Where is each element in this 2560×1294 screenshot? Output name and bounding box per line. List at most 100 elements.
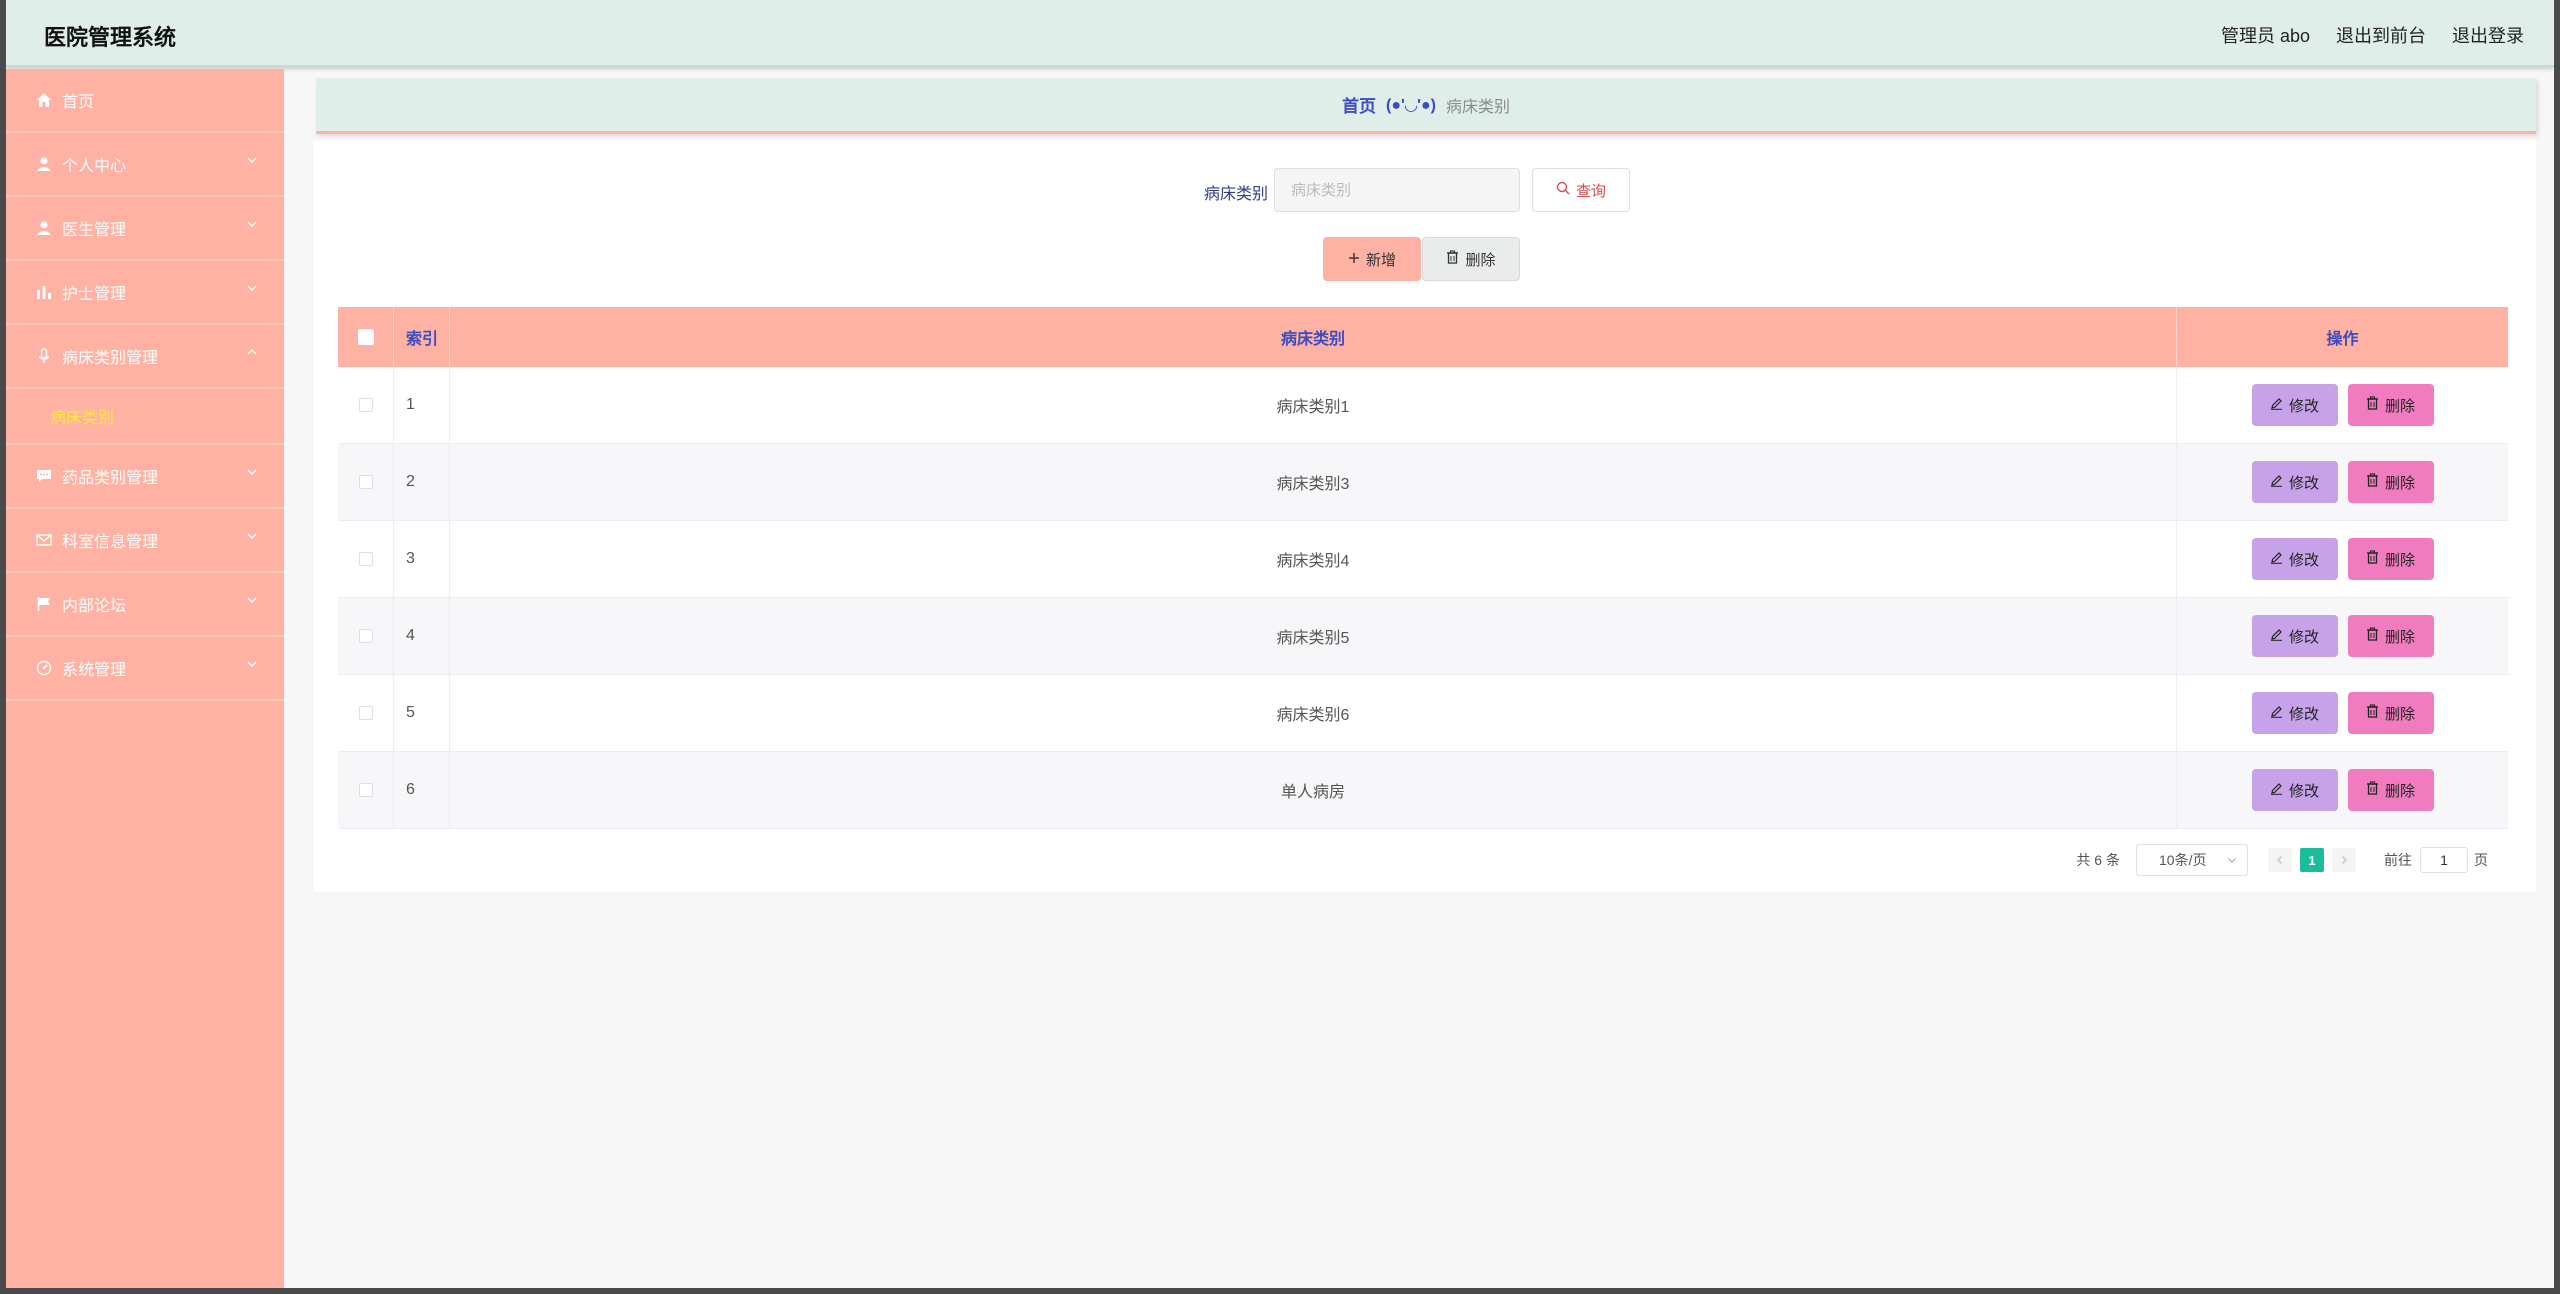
breadcrumb-home[interactable]: 首页 [1342, 92, 1376, 117]
chat-icon [34, 466, 54, 486]
header-checkbox-cell [338, 307, 394, 367]
sidebar-item-label: 内部论坛 [62, 598, 127, 615]
goto-page-input[interactable] [2420, 847, 2468, 873]
sidebar-item-bed-category[interactable]: 病床类别管理 [6, 325, 284, 389]
sidebar-item-label: 病床类别管理 [62, 350, 159, 367]
edit-button[interactable]: 修改 [2251, 538, 2338, 580]
chevron-down-icon [246, 153, 258, 169]
page-number-active[interactable]: 1 [2300, 848, 2324, 872]
microphone-icon [34, 346, 54, 366]
delete-button[interactable]: 删除 [2347, 692, 2434, 734]
row-checkbox[interactable] [358, 398, 373, 412]
delete-label: 删除 [2384, 397, 2415, 415]
gauge-icon [34, 658, 54, 678]
sidebar-item-system[interactable]: 系统管理 [6, 637, 284, 701]
row-checkbox-cell [338, 598, 394, 674]
search-input[interactable] [1274, 168, 1520, 212]
bar-chart-icon [34, 282, 54, 302]
trash-icon [2366, 704, 2379, 722]
sidebar-item-profile[interactable]: 个人中心 [6, 133, 284, 197]
front-link[interactable]: 退出到前台 [2336, 22, 2426, 48]
table-row: 3 病床类别4 修改 删除 [338, 521, 2508, 598]
search-row: 病床类别 查询 [314, 168, 2536, 212]
edit-icon [2270, 628, 2283, 645]
sidebar-item-medicine-category[interactable]: 药品类别管理 [6, 445, 284, 509]
row-index: 6 [394, 752, 450, 828]
sidebar-subitem-bed-category[interactable]: 病床类别 [6, 389, 284, 445]
logout-link[interactable]: 退出登录 [2452, 22, 2524, 48]
app-window: 医院管理系统 管理员 abo 退出到前台 退出登录 首页 个人中心 医生管理 护… [6, 0, 2554, 1288]
sidebar: 首页 个人中心 医生管理 护士管理 病床类别管理 病床类别 药品类别管理 科室信… [6, 69, 284, 1288]
edit-button[interactable]: 修改 [2251, 461, 2338, 503]
add-button[interactable]: 新增 [1323, 237, 1421, 281]
row-checkbox-cell [338, 367, 394, 443]
sidebar-item-department[interactable]: 科室信息管理 [6, 509, 284, 573]
select-all-checkbox[interactable] [357, 329, 374, 345]
table-row: 4 病床类别5 修改 删除 [338, 598, 2508, 675]
delete-button[interactable]: 删除 [2347, 384, 2434, 426]
trash-icon [2366, 473, 2379, 491]
delete-label: 删除 [2384, 705, 2415, 723]
edit-icon [2270, 397, 2283, 414]
row-index: 4 [394, 598, 450, 674]
batch-delete-button[interactable]: 删除 [1422, 237, 1520, 281]
delete-button[interactable]: 删除 [2347, 615, 2434, 657]
table-row: 1 病床类别1 修改 删除 [338, 367, 2508, 444]
row-checkbox[interactable] [358, 783, 373, 797]
edit-label: 修改 [2288, 551, 2319, 569]
sidebar-item-home[interactable]: 首页 [6, 69, 284, 133]
chevron-down-icon [246, 593, 258, 609]
page-size-select[interactable]: 10条/页 [2136, 844, 2248, 876]
trash-icon [2366, 627, 2379, 645]
row-operations: 修改 删除 [2177, 444, 2508, 520]
delete-button[interactable]: 删除 [2347, 769, 2434, 811]
top-bar: 医院管理系统 管理员 abo 退出到前台 退出登录 [6, 0, 2554, 67]
edit-button[interactable]: 修改 [2251, 769, 2338, 811]
next-page-button[interactable] [2332, 848, 2356, 872]
search-button[interactable]: 查询 [1532, 168, 1630, 212]
sidebar-item-nurses[interactable]: 护士管理 [6, 261, 284, 325]
user-icon [34, 218, 54, 238]
row-index: 2 [394, 444, 450, 520]
mail-icon [34, 530, 54, 550]
edit-button[interactable]: 修改 [2251, 384, 2338, 426]
flag-icon [34, 594, 54, 614]
row-checkbox[interactable] [358, 629, 373, 643]
edit-label: 修改 [2288, 474, 2319, 492]
row-name: 病床类别6 [450, 675, 2177, 751]
prev-page-button[interactable] [2268, 848, 2292, 872]
chevron-down-icon [246, 281, 258, 297]
edit-label: 修改 [2288, 628, 2319, 646]
edit-icon [2270, 474, 2283, 491]
edit-button[interactable]: 修改 [2251, 615, 2338, 657]
sidebar-item-label: 护士管理 [62, 286, 127, 303]
chevron-up-icon [246, 345, 258, 361]
table-row: 2 病床类别3 修改 删除 [338, 444, 2508, 521]
delete-button[interactable]: 删除 [2347, 538, 2434, 580]
row-checkbox[interactable] [358, 552, 373, 566]
edit-icon [2270, 705, 2283, 722]
row-operations: 修改 删除 [2177, 521, 2508, 597]
sidebar-subitem-label: 病床类别 [50, 410, 115, 427]
search-button-label: 查询 [1575, 182, 1606, 200]
delete-label: 删除 [2384, 628, 2415, 646]
delete-label: 删除 [2384, 474, 2415, 492]
add-button-label: 新增 [1365, 251, 1396, 269]
top-right-links: 管理员 abo 退出到前台 退出登录 [2221, 22, 2524, 48]
row-checkbox-cell [338, 752, 394, 828]
delete-button[interactable]: 删除 [2347, 461, 2434, 503]
user-icon [34, 154, 54, 174]
row-name: 病床类别1 [450, 367, 2177, 443]
sidebar-item-label: 医生管理 [62, 222, 127, 239]
table-header: 索引 病床类别 操作 [338, 307, 2508, 367]
edit-button[interactable]: 修改 [2251, 692, 2338, 734]
chevron-right-icon [2342, 856, 2347, 864]
row-checkbox[interactable] [358, 706, 373, 720]
sidebar-item-forum[interactable]: 内部论坛 [6, 573, 284, 637]
row-name: 单人病房 [450, 752, 2177, 828]
current-user: 管理员 abo [2220, 26, 2310, 46]
row-name: 病床类别3 [450, 444, 2177, 520]
row-checkbox[interactable] [358, 475, 373, 489]
sidebar-item-doctors[interactable]: 医生管理 [6, 197, 284, 261]
pagination-total: 共 6 条 [2076, 852, 2120, 868]
